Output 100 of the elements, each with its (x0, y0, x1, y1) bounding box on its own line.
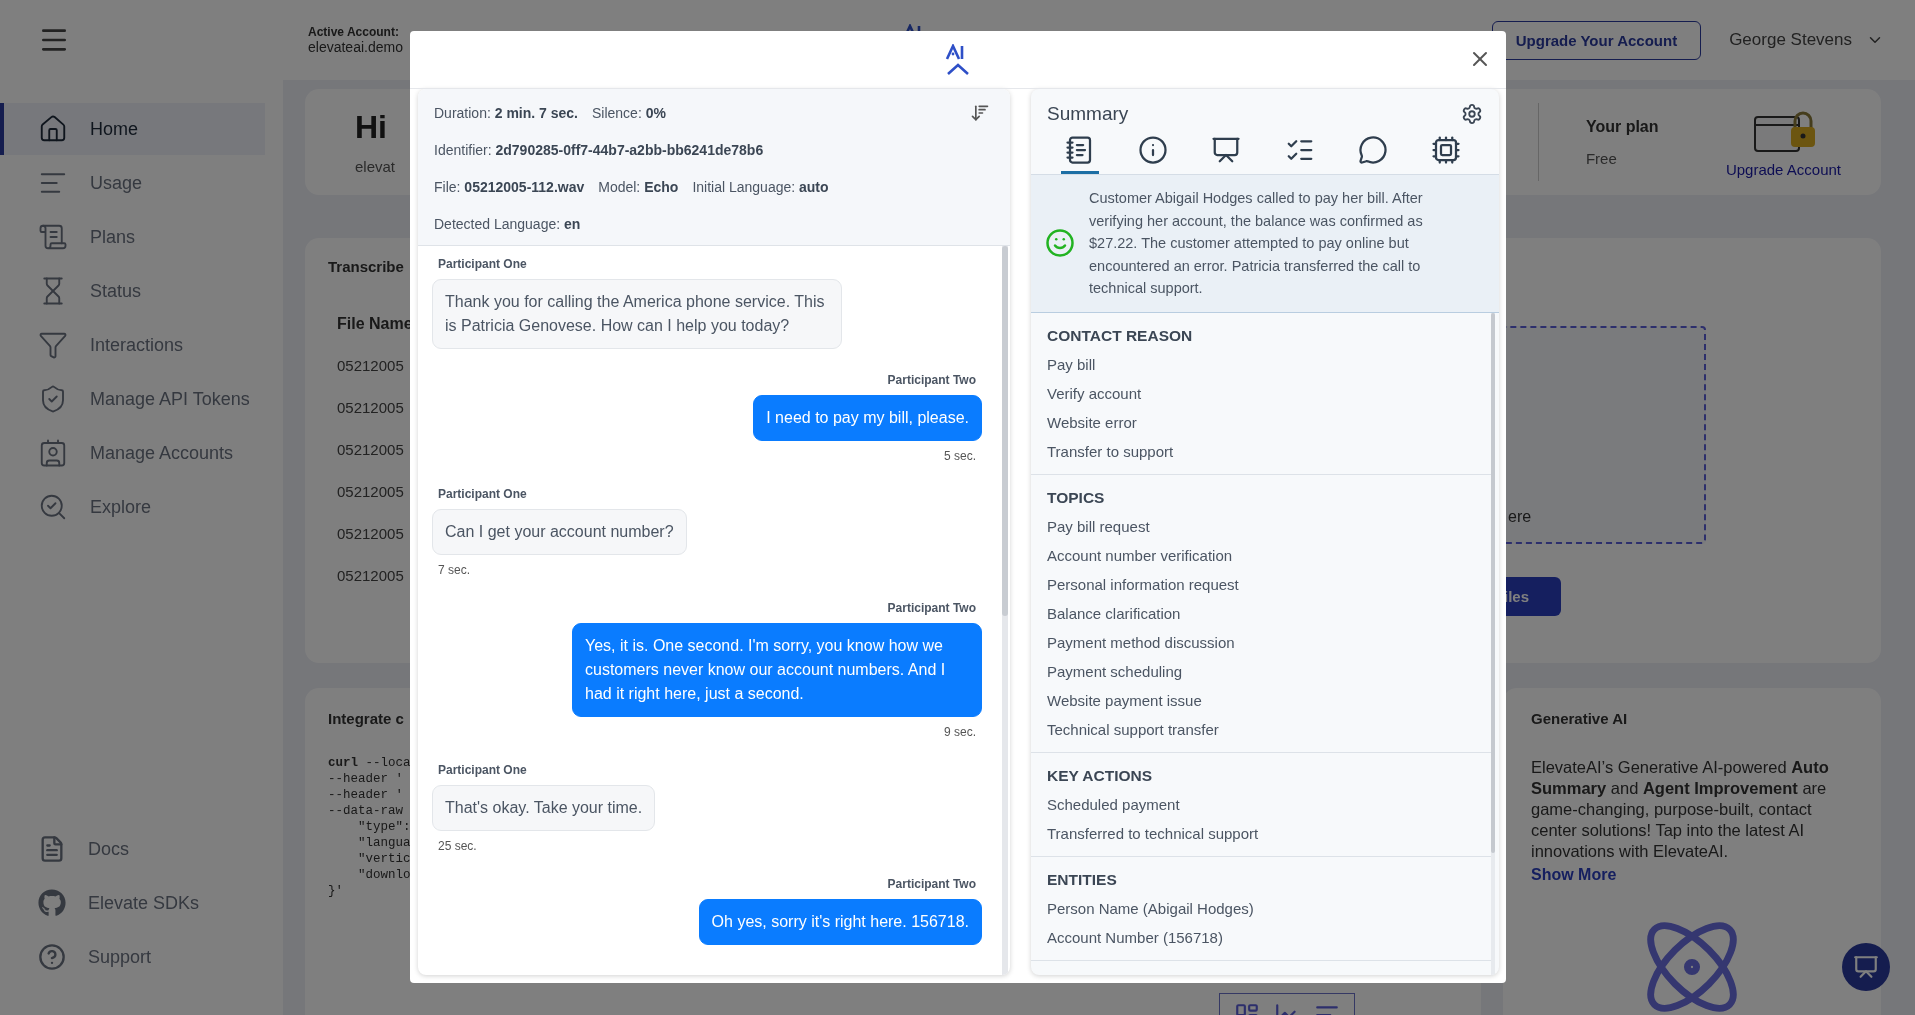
speaker-name: Participant One (438, 487, 527, 501)
user-menu[interactable]: George Stevens (1723, 29, 1890, 51)
code-line: --header ' (328, 787, 403, 803)
presenter-icon (1853, 954, 1879, 980)
contact-card-icon (38, 438, 68, 468)
speaker-name: Participant One (438, 257, 527, 271)
message-bubble: Thank you for calling the America phone service. This is Patricia Genovese. How can I help you today? (432, 279, 842, 349)
nav-item[interactable]: Interactions (0, 319, 265, 371)
message-time: 5 sec. (944, 449, 976, 463)
section-item: Pay bill request (1047, 516, 1150, 537)
code-line: --header ' (328, 771, 403, 787)
message-bubble: That's okay. Take your time. (432, 785, 656, 831)
home-icon (38, 114, 68, 144)
speaker-name: Participant One (438, 763, 527, 777)
message-bubble: Oh yes, sorry it's right here. 156718. (698, 899, 982, 945)
section-item: Payment scheduling (1047, 661, 1183, 682)
code-line: "langua (357, 835, 411, 851)
nav-item[interactable]: Usage (0, 157, 265, 209)
file-name-cell-text: 05212005 (337, 356, 404, 376)
smiley-icon (1045, 228, 1075, 259)
section-item: Transferred to technical support (1047, 823, 1259, 844)
file-name-cell-text: 05212005 (337, 482, 404, 502)
message-time: 7 sec. (438, 563, 470, 577)
section-item: Website error (1047, 412, 1137, 433)
nav-item[interactable]: Elevate SDKs (0, 877, 265, 929)
column-header: File Name (337, 315, 413, 333)
generative-description: ElevateAI’s Generative AI-powered Auto Summary and Agent Improvement are game-changing, purpose-built, contact center solutions! Tap into the latest AI innovations with ElevateAI. (1531, 757, 1830, 862)
message-bubble: I need to pay my bill, please. (753, 395, 982, 441)
settings-button[interactable] (1461, 103, 1483, 125)
metadata-field: Initial Language: auto (692, 178, 829, 195)
nav-item[interactable]: Explore (0, 481, 265, 533)
metadata-field: File: 05212005-112.wav (434, 178, 585, 195)
settings-icon (1461, 103, 1483, 125)
presenter-icon (1211, 135, 1242, 165)
code-line: "type": (357, 819, 411, 835)
card-title: Transcribe (328, 258, 404, 275)
section-item: Person Name (Abigail Hodges) (1047, 898, 1254, 919)
show-more-link[interactable]: Show More (1531, 866, 1853, 884)
speaker-name: Participant Two (887, 601, 976, 615)
nav-item[interactable]: Plans (0, 211, 265, 263)
code-line: "downlo (357, 867, 411, 883)
upgrade-button[interactable]: Upgrade Your Account (1491, 20, 1702, 60)
message-time: 9 sec. (944, 725, 976, 739)
code-line: curl --loca (328, 755, 411, 771)
metadata-field: Model: Echo (598, 178, 679, 195)
code-line: "vertic (357, 851, 411, 867)
upgrade-link[interactable]: Upgrade Account (1725, 160, 1841, 178)
info-icon (1138, 135, 1169, 165)
nav-item[interactable]: Home (0, 103, 265, 155)
plan-label: Your plan (1585, 117, 1660, 136)
summary-text: Customer Abigail Hodges called to pay her bill. After verifying her account, the balance was confirmed as $27.22. The customer attempted to pay online but encountered an error. Patricia transferred the call to technical support. (1089, 189, 1424, 298)
nav-item[interactable]: Manage Accounts (0, 427, 265, 479)
section-heading: CONTACT REASON (1047, 325, 1193, 346)
chip-icon (1430, 135, 1461, 165)
section-heading: TOPICS (1047, 487, 1105, 508)
nav-item[interactable]: Docs (0, 823, 265, 875)
help-icon (38, 943, 66, 971)
speaker-name: Participant Two (887, 877, 976, 891)
filter-icon (38, 330, 68, 360)
section-heading: ENTITIES (1047, 869, 1117, 890)
message-time: 25 sec. (438, 839, 477, 853)
panel-title: Summary (1047, 103, 1129, 125)
section-item: Personal information request (1047, 574, 1239, 595)
scrollbar[interactable] (1491, 312, 1495, 853)
nav-item[interactable]: Status (0, 265, 265, 317)
scrollbar[interactable] (1002, 246, 1008, 616)
plan-value: Free (1585, 149, 1618, 167)
section-heading: KEY ACTIONS (1047, 765, 1153, 786)
section-item: Verify account (1047, 383, 1142, 404)
github-icon (38, 889, 66, 917)
account-label: Active Account: (308, 25, 400, 39)
card-title: Generative AI (1531, 710, 1629, 727)
document-icon (38, 222, 68, 252)
speaker-name: Participant Two (887, 373, 976, 387)
section-item: Account Number (156718) (1047, 927, 1223, 948)
section-item: Pay bill (1047, 354, 1096, 375)
greeting-subtitle: elevat (355, 158, 396, 175)
file-name-cell-text: 05212005 (337, 524, 404, 544)
section-item: Technical support transfer (1047, 719, 1219, 740)
account-name: elevateai.demo (308, 39, 404, 55)
file-name-cell-text: 05212005 (337, 566, 404, 586)
section-item: Website payment issue (1047, 690, 1202, 711)
section-item: Scheduled payment (1047, 794, 1180, 815)
metadata-field: Identifier: 2d790285-0ff7-44b7-a2bb-bb6241de78b6 (434, 141, 764, 158)
section-item: Balance clarification (1047, 603, 1181, 624)
code-line: }' (328, 883, 343, 899)
section-item: Account number verification (1047, 545, 1233, 566)
code-line: --data-raw (328, 803, 403, 819)
nav-item[interactable]: Support (0, 931, 265, 983)
nav-item[interactable]: Manage API Tokens (0, 373, 265, 425)
metadata-field: Duration: 2 min. 7 sec. (434, 104, 578, 121)
metadata-field: Silence: 0% (592, 104, 666, 121)
question-bubble-icon (1357, 135, 1388, 165)
sort-icon (970, 103, 990, 123)
greeting: Hi (355, 109, 387, 146)
section-item: Payment method discussion (1047, 632, 1235, 653)
card-title: Integrate c (328, 710, 405, 727)
search-check-icon (38, 492, 68, 522)
sort-button[interactable] (970, 103, 990, 123)
metadata-field: Detected Language: en (434, 215, 581, 232)
